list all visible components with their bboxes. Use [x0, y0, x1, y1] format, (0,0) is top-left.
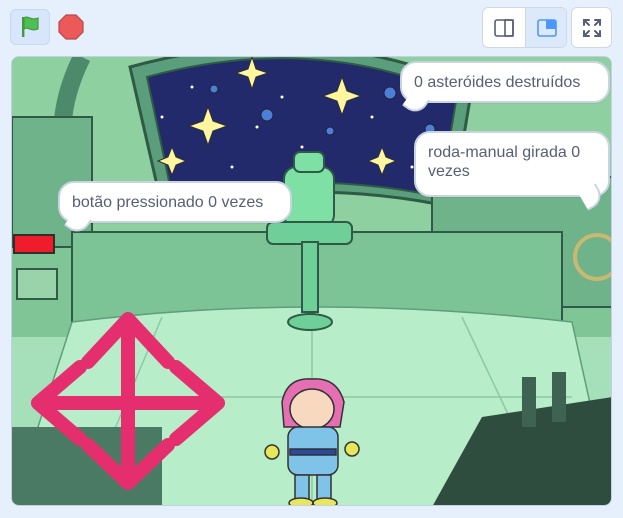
normal-stage-button[interactable] [525, 8, 566, 47]
speech-bubble-asteroids: 0 asteróides destruídos [400, 61, 610, 117]
small-stage-button[interactable] [483, 8, 525, 47]
button-counter-text: botão pressionado 0 vezes [72, 194, 264, 211]
asteroids-counter-text: 0 asteróides destruídos [414, 74, 581, 91]
fullscreen-button[interactable] [571, 7, 612, 48]
normal-stage-icon [537, 18, 557, 37]
green-flag-icon [22, 16, 39, 37]
speech-bubble-button: botão pressionado 0 vezes [58, 181, 292, 237]
spaceship-backdrop [12, 57, 611, 505]
green-flag-button[interactable] [10, 9, 50, 45]
fullscreen-icon [582, 18, 601, 37]
stop-button[interactable] [54, 9, 88, 45]
stop-icon [58, 14, 84, 40]
stage-size-toggle [482, 7, 567, 48]
speech-bubble-wheel: roda-manual girada 0 vezes [414, 131, 610, 211]
small-stage-icon [494, 18, 514, 37]
stage-header [0, 0, 623, 56]
wheel-counter-text: roda-manual girada 0 vezes [428, 144, 581, 180]
stage-canvas[interactable]: 0 asteróides destruídos roda-manual gira… [11, 56, 612, 506]
